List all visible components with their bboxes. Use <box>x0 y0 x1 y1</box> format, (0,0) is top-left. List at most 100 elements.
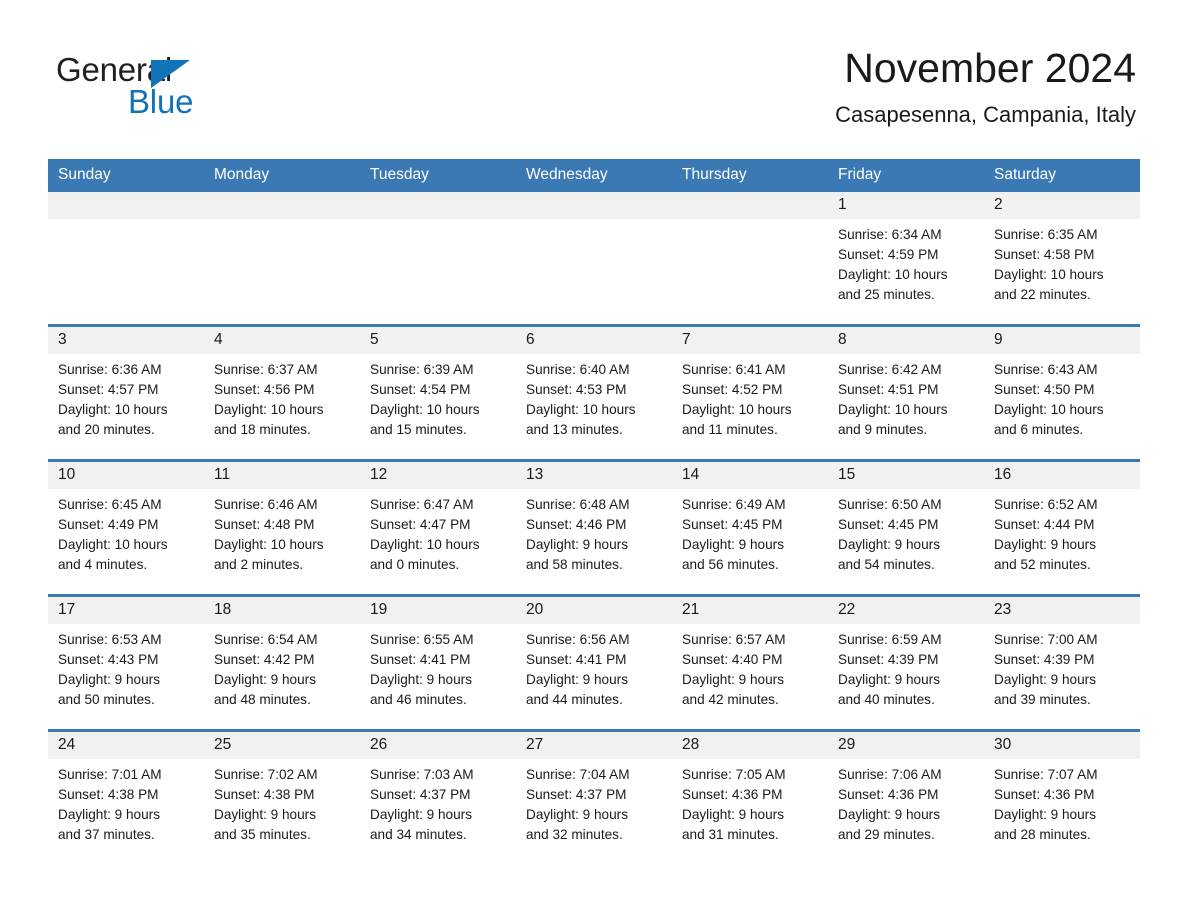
calendar-day-cell[interactable]: 17 Sunrise: 6:53 AM Sunset: 4:43 PM Dayligh… <box>48 597 204 729</box>
day-details: Sunrise: 7:06 AM Sunset: 4:36 PM Daylight:… <box>828 759 984 853</box>
day-number: 10 <box>48 462 204 489</box>
calendar-day-cell-empty <box>516 192 672 324</box>
daylight-text-line1: Daylight: 10 hours <box>994 402 1104 417</box>
sunrise-text: Sunrise: 6:57 AM <box>682 632 786 647</box>
calendar-day-cell[interactable]: 3 Sunrise: 6:36 AM Sunset: 4:57 PM Daylight… <box>48 327 204 459</box>
day-number: 30 <box>984 732 1140 759</box>
sunset-text: Sunset: 4:38 PM <box>58 787 159 802</box>
daylight-text-line2: and 6 minutes. <box>994 422 1084 437</box>
calendar-day-cell[interactable]: 30 Sunrise: 7:07 AM Sunset: 4:36 PM Dayligh… <box>984 732 1140 864</box>
sunset-text: Sunset: 4:56 PM <box>214 382 315 397</box>
sunset-text: Sunset: 4:36 PM <box>682 787 783 802</box>
daylight-text-line2: and 2 minutes. <box>214 557 304 572</box>
day-number: 22 <box>828 597 984 624</box>
calendar-day-cell[interactable]: 7 Sunrise: 6:41 AM Sunset: 4:52 PM Daylight… <box>672 327 828 459</box>
day-details: Sunrise: 6:50 AM Sunset: 4:45 PM Daylight:… <box>828 489 984 583</box>
calendar-day-cell[interactable]: 9 Sunrise: 6:43 AM Sunset: 4:50 PM Daylight… <box>984 327 1140 459</box>
sunrise-text: Sunrise: 6:52 AM <box>994 497 1098 512</box>
sunset-text: Sunset: 4:50 PM <box>994 382 1095 397</box>
sunset-text: Sunset: 4:45 PM <box>838 517 939 532</box>
daylight-text-line2: and 13 minutes. <box>526 422 623 437</box>
day-details: Sunrise: 6:57 AM Sunset: 4:40 PM Daylight:… <box>672 624 828 718</box>
daylight-text-line2: and 29 minutes. <box>838 827 935 842</box>
day-number: 6 <box>516 327 672 354</box>
calendar-day-cell[interactable]: 23 Sunrise: 7:00 AM Sunset: 4:39 PM Dayligh… <box>984 597 1140 729</box>
day-details: Sunrise: 6:36 AM Sunset: 4:57 PM Daylight:… <box>48 354 204 448</box>
daylight-text-line2: and 56 minutes. <box>682 557 779 572</box>
weekday-header-sunday: Sunday <box>58 166 111 183</box>
day-number <box>360 192 516 219</box>
day-number <box>204 192 360 219</box>
daylight-text-line2: and 54 minutes. <box>838 557 935 572</box>
calendar-day-cell[interactable]: 10 Sunrise: 6:45 AM Sunset: 4:49 PM Dayligh… <box>48 462 204 594</box>
general-blue-logo: General Blue <box>56 52 256 126</box>
calendar-day-cell[interactable]: 11 Sunrise: 6:46 AM Sunset: 4:48 PM Dayligh… <box>204 462 360 594</box>
daylight-text-line2: and 34 minutes. <box>370 827 467 842</box>
day-details: Sunrise: 6:39 AM Sunset: 4:54 PM Daylight:… <box>360 354 516 448</box>
calendar-day-cell[interactable]: 5 Sunrise: 6:39 AM Sunset: 4:54 PM Daylight… <box>360 327 516 459</box>
daylight-text-line2: and 44 minutes. <box>526 692 623 707</box>
calendar-day-cell[interactable]: 8 Sunrise: 6:42 AM Sunset: 4:51 PM Daylight… <box>828 327 984 459</box>
daylight-text-line2: and 32 minutes. <box>526 827 623 842</box>
calendar-day-cell[interactable]: 19 Sunrise: 6:55 AM Sunset: 4:41 PM Dayligh… <box>360 597 516 729</box>
calendar-day-cell[interactable]: 12 Sunrise: 6:47 AM Sunset: 4:47 PM Dayligh… <box>360 462 516 594</box>
day-number: 7 <box>672 327 828 354</box>
day-number: 27 <box>516 732 672 759</box>
daylight-text-line1: Daylight: 10 hours <box>994 267 1104 282</box>
calendar-page: General Blue November 2024 Casapesenna, … <box>0 0 1188 918</box>
calendar-day-cell[interactable]: 26 Sunrise: 7:03 AM Sunset: 4:37 PM Dayligh… <box>360 732 516 864</box>
sunset-text: Sunset: 4:47 PM <box>370 517 471 532</box>
day-number <box>672 192 828 219</box>
calendar-day-cell[interactable]: 20 Sunrise: 6:56 AM Sunset: 4:41 PM Dayligh… <box>516 597 672 729</box>
sunrise-text: Sunrise: 6:36 AM <box>58 362 162 377</box>
calendar-day-cell[interactable]: 14 Sunrise: 6:49 AM Sunset: 4:45 PM Dayligh… <box>672 462 828 594</box>
calendar-day-cell-empty <box>672 192 828 324</box>
daylight-text-line2: and 39 minutes. <box>994 692 1091 707</box>
calendar-week-row: 3 Sunrise: 6:36 AM Sunset: 4:57 PM Daylight… <box>48 324 1140 459</box>
day-details: Sunrise: 6:56 AM Sunset: 4:41 PM Daylight:… <box>516 624 672 718</box>
sunset-text: Sunset: 4:41 PM <box>370 652 471 667</box>
calendar-day-cell[interactable]: 22 Sunrise: 6:59 AM Sunset: 4:39 PM Dayligh… <box>828 597 984 729</box>
calendar-day-cell[interactable]: 13 Sunrise: 6:48 AM Sunset: 4:46 PM Dayligh… <box>516 462 672 594</box>
daylight-text-line1: Daylight: 10 hours <box>838 402 948 417</box>
sunrise-text: Sunrise: 6:46 AM <box>214 497 318 512</box>
calendar-day-cell[interactable]: 28 Sunrise: 7:05 AM Sunset: 4:36 PM Dayligh… <box>672 732 828 864</box>
calendar-day-cell[interactable]: 2 Sunrise: 6:35 AM Sunset: 4:58 PM Daylight… <box>984 192 1140 324</box>
calendar-day-cell[interactable]: 1 Sunrise: 6:34 AM Sunset: 4:59 PM Daylight… <box>828 192 984 324</box>
daylight-text-line1: Daylight: 9 hours <box>370 672 473 687</box>
daylight-text-line1: Daylight: 9 hours <box>838 672 941 687</box>
daylight-text-line1: Daylight: 10 hours <box>214 537 324 552</box>
day-number: 13 <box>516 462 672 489</box>
day-details: Sunrise: 6:37 AM Sunset: 4:56 PM Daylight:… <box>204 354 360 448</box>
day-number: 3 <box>48 327 204 354</box>
calendar-day-cell[interactable]: 25 Sunrise: 7:02 AM Sunset: 4:38 PM Dayligh… <box>204 732 360 864</box>
calendar-day-cell[interactable]: 15 Sunrise: 6:50 AM Sunset: 4:45 PM Dayligh… <box>828 462 984 594</box>
calendar-day-cell[interactable]: 27 Sunrise: 7:04 AM Sunset: 4:37 PM Dayligh… <box>516 732 672 864</box>
calendar-day-cell[interactable]: 18 Sunrise: 6:54 AM Sunset: 4:42 PM Dayligh… <box>204 597 360 729</box>
daylight-text-line1: Daylight: 9 hours <box>994 807 1097 822</box>
sunset-text: Sunset: 4:45 PM <box>682 517 783 532</box>
daylight-text-line1: Daylight: 9 hours <box>994 537 1097 552</box>
day-details: Sunrise: 6:34 AM Sunset: 4:59 PM Daylight:… <box>828 219 984 313</box>
day-details: Sunrise: 7:03 AM Sunset: 4:37 PM Daylight:… <box>360 759 516 853</box>
sunset-text: Sunset: 4:36 PM <box>838 787 939 802</box>
calendar-day-cell[interactable]: 16 Sunrise: 6:52 AM Sunset: 4:44 PM Dayligh… <box>984 462 1140 594</box>
daylight-text-line2: and 42 minutes. <box>682 692 779 707</box>
day-details: Sunrise: 6:59 AM Sunset: 4:39 PM Daylight:… <box>828 624 984 718</box>
day-details: Sunrise: 6:55 AM Sunset: 4:41 PM Daylight:… <box>360 624 516 718</box>
day-details: Sunrise: 6:49 AM Sunset: 4:45 PM Daylight:… <box>672 489 828 583</box>
calendar-week-row: 17 Sunrise: 6:53 AM Sunset: 4:43 PM Dayligh… <box>48 594 1140 729</box>
calendar-day-cell[interactable]: 4 Sunrise: 6:37 AM Sunset: 4:56 PM Daylight… <box>204 327 360 459</box>
daylight-text-line1: Daylight: 9 hours <box>214 672 317 687</box>
calendar-day-cell[interactable]: 24 Sunrise: 7:01 AM Sunset: 4:38 PM Dayligh… <box>48 732 204 864</box>
day-number: 24 <box>48 732 204 759</box>
day-details: Sunrise: 6:52 AM Sunset: 4:44 PM Daylight:… <box>984 489 1140 583</box>
day-details: Sunrise: 7:01 AM Sunset: 4:38 PM Daylight:… <box>48 759 204 853</box>
daylight-text-line1: Daylight: 10 hours <box>838 267 948 282</box>
sunrise-text: Sunrise: 6:59 AM <box>838 632 942 647</box>
sunset-text: Sunset: 4:37 PM <box>526 787 627 802</box>
calendar-day-cell[interactable]: 21 Sunrise: 6:57 AM Sunset: 4:40 PM Dayligh… <box>672 597 828 729</box>
daylight-text-line1: Daylight: 9 hours <box>682 672 785 687</box>
calendar-day-cell[interactable]: 6 Sunrise: 6:40 AM Sunset: 4:53 PM Daylight… <box>516 327 672 459</box>
calendar-day-cell[interactable]: 29 Sunrise: 7:06 AM Sunset: 4:36 PM Dayligh… <box>828 732 984 864</box>
